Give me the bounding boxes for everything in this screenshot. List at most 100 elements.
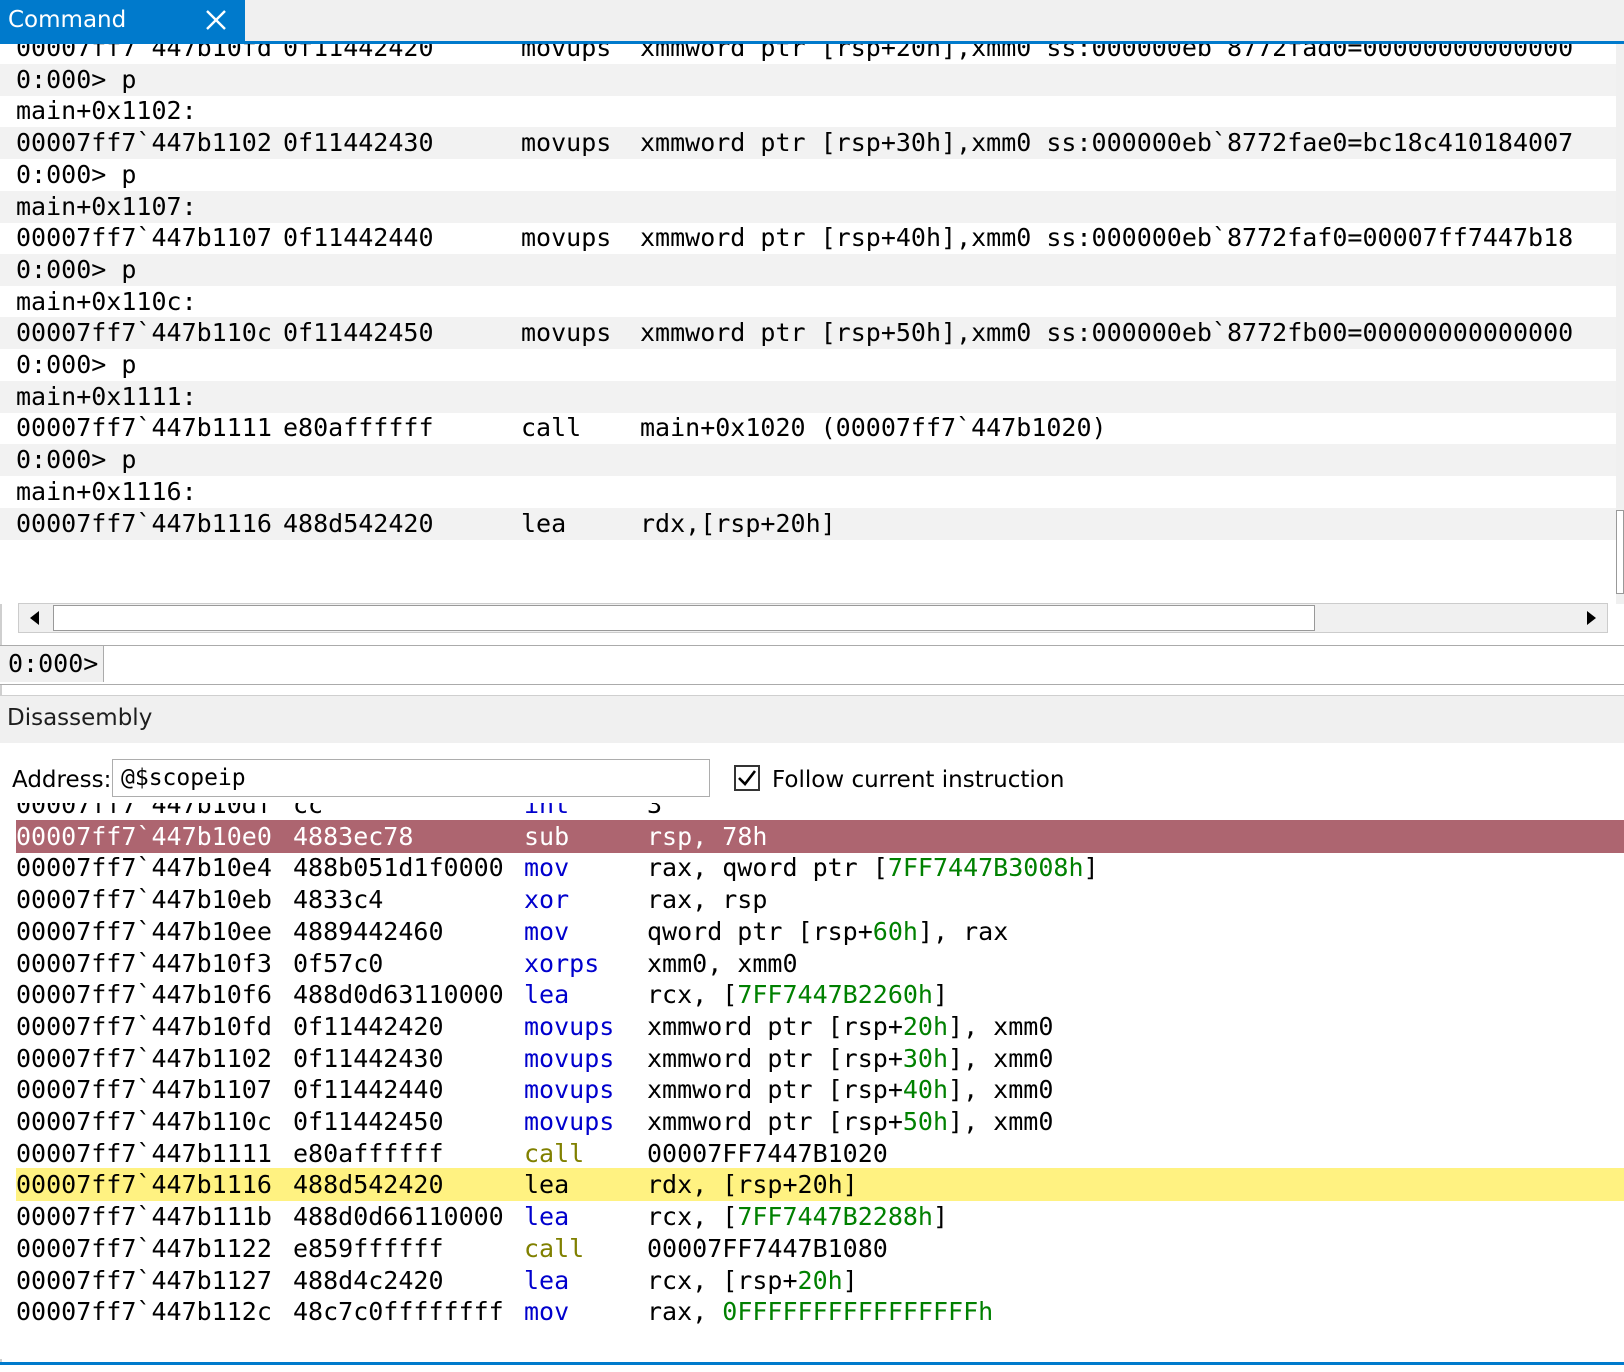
command-output[interactable]: 00007ff7`447b10fd 0f11442420 movups xmmword…: [0, 44, 1616, 604]
instruction-mnemonic: lea: [524, 1202, 570, 1232]
instruction-operands: xmmword ptr [rsp+40h],xmm0 ss:000000eb`8…: [640, 223, 1574, 253]
disassembly-row[interactable]: 00007ff7`447b10ee 4889442460 mov qword ptr …: [16, 915, 1624, 948]
operand-text: xmmword ptr [rsp+: [647, 1107, 903, 1136]
instruction-operands: rcx, [7FF7447B2260h]: [647, 978, 948, 1011]
disassembly-row[interactable]: 00007ff7`447b10eb 4833c4 xor rax, rsp: [16, 883, 1624, 916]
instruction-operands: main+0x1020 (00007ff7`447b1020): [640, 413, 1107, 443]
operand-text: ], rax: [917, 916, 1009, 946]
disassembly-row[interactable]: 00007ff7`447b10f3 0f57c0 xorps xmm0, xmm0: [16, 947, 1624, 980]
instruction-bytes: 4833c4: [293, 885, 384, 915]
instruction-bytes: 4889442460: [293, 916, 444, 946]
arrow-right-icon[interactable]: [1575, 604, 1607, 632]
instruction-operands: 00007FF7447B1080: [647, 1232, 888, 1265]
disassembly-row[interactable]: 00007ff7`447b10e4 488b051d1f0000 mov rax, q…: [16, 851, 1624, 884]
instruction-mnemonic: movups: [524, 1043, 615, 1073]
operand-text: rax, rsp: [647, 885, 768, 915]
horizontal-scrollbar-thumb[interactable]: [53, 605, 1315, 631]
instruction-address: 00007ff7`447b110c: [16, 318, 272, 348]
instruction-bytes: 0f11442440: [283, 223, 434, 253]
disassembly-row[interactable]: 00007ff7`447b10f6 488d0d63110000 lea rcx, […: [16, 978, 1624, 1011]
command-output-line: main+0x1107:: [0, 190, 1616, 223]
instruction-mnemonic: movups: [521, 44, 612, 62]
instruction-bytes: 0f11442420: [283, 44, 434, 62]
follow-instruction-checkbox[interactable]: [734, 765, 760, 791]
tab-bar: Command: [0, 0, 1624, 44]
disassembly-row[interactable]: 00007ff7`447b112c 48c7c0ffffffff mov rax, 0…: [16, 1295, 1624, 1328]
command-output-line: main+0x1116:: [16, 476, 197, 508]
address-label: Address:: [12, 767, 112, 793]
operand-number: 60h: [872, 916, 918, 946]
disassembly-row[interactable]: 00007ff7`447b1122 e859ffffff call 00007FF74…: [16, 1232, 1624, 1265]
instruction-mnemonic: lea: [524, 1170, 570, 1200]
command-output-text: 0:000> p: [16, 159, 137, 189]
instruction-bytes: 0f11442430: [293, 1043, 444, 1073]
command-output-text: main+0x1111:: [16, 381, 197, 411]
command-prompt-row: 0:000>: [0, 645, 1624, 685]
vertical-scrollbar-thumb[interactable]: [1616, 510, 1624, 594]
instruction-operands: 3: [647, 803, 662, 821]
disassembly-listing[interactable]: 00007ff7`447b10df cc int 3 00007ff7`447b10e0…: [0, 803, 1624, 1359]
operand-number: 20h: [797, 1265, 843, 1295]
instruction-operands: qword ptr [rsp+60h], rax: [647, 915, 1008, 948]
operand-text: rcx, [rsp+: [647, 1265, 798, 1295]
instruction-bytes: 488b051d1f0000: [293, 853, 504, 883]
instruction-bytes: 0f11442450: [293, 1107, 444, 1136]
current-instruction-row[interactable]: 00007ff7`447b10e0 4883ec78 sub rsp, 78h: [16, 819, 1624, 853]
command-output-line: 0:000> p: [0, 253, 1616, 286]
operand-number: 0FFFFFFFFFFFFFFFFh: [722, 1297, 994, 1327]
command-output-text: main+0x1107:: [16, 191, 197, 221]
instruction-mnemonic: call: [521, 413, 582, 443]
operand-text: ]: [932, 980, 949, 1010]
instruction-mnemonic: lea: [524, 1265, 570, 1295]
disassembly-row[interactable]: 00007ff7`447b110c 0f11442450 movups xmmword…: [16, 1105, 1624, 1138]
disassembly-row[interactable]: 00007ff7`447b1102 0f11442430 movups xmmword…: [16, 1042, 1624, 1075]
checkmark-icon: [738, 770, 757, 786]
disassembly-row[interactable]: 00007ff7`447b10df cc int 3: [16, 803, 1624, 821]
instruction-bytes: 48c7c0ffffffff: [293, 1297, 504, 1327]
instruction-mnemonic: call: [524, 1138, 585, 1168]
close-icon[interactable]: [203, 6, 229, 34]
instruction-operands: xmmword ptr [rsp+30h],xmm0 ss:000000eb`8…: [640, 128, 1574, 158]
instruction-address: 00007ff7`447b1111: [16, 413, 272, 443]
command-input[interactable]: [108, 648, 1612, 682]
instruction-bytes: 488d542420: [283, 508, 434, 538]
disassembly-title: Disassembly: [7, 705, 153, 731]
instruction-bytes: 0f11442430: [283, 128, 434, 158]
disassembly-row[interactable]: 00007ff7`447b1127 488d4c2420 lea rcx, [rsp+…: [16, 1264, 1624, 1297]
disassembly-row[interactable]: 00007ff7`447b1111 e80affffff call 00007FF74…: [16, 1137, 1624, 1170]
instruction-address: 00007ff7`447b10eb: [16, 885, 272, 915]
follow-instruction-label: Follow current instruction: [772, 767, 1065, 793]
instruction-address: 00007ff7`447b1107: [16, 1075, 272, 1105]
operand-text: xmmword ptr [rsp+: [647, 1011, 903, 1041]
command-output-line: main+0x1102:: [16, 95, 197, 127]
instruction-mnemonic: movups: [521, 223, 612, 253]
instruction-address: 00007ff7`447b1116: [16, 508, 272, 538]
operand-number: 7FF7447B2260h: [737, 980, 933, 1010]
horizontal-scrollbar[interactable]: [18, 603, 1608, 633]
command-output-line: 0:000> p: [16, 349, 136, 381]
address-input[interactable]: [112, 759, 710, 797]
disassembly-row[interactable]: 00007ff7`447b10fd 0f11442420 movups xmmword…: [16, 1010, 1624, 1043]
operand-text: 00007FF7447B1020: [647, 1138, 888, 1168]
instruction-bytes: 4883ec78: [293, 821, 414, 851]
operand-text: xmm0, xmm0: [647, 948, 798, 978]
instruction-bytes: e80affffff: [293, 1138, 444, 1168]
disassembly-row[interactable]: 00007ff7`447b1107 0f11442440 movups xmmword…: [16, 1073, 1624, 1106]
instruction-address: 00007ff7`447b10e4: [16, 853, 272, 883]
highlighted-instruction-row[interactable]: 00007ff7`447b1116 488d542420 lea rdx, [rsp+…: [16, 1168, 1624, 1202]
arrow-left-icon[interactable]: [19, 604, 51, 632]
instruction-mnemonic: movups: [521, 318, 612, 348]
instruction-bytes: e859ffffff: [293, 1233, 444, 1263]
instruction-mnemonic: movups: [524, 1075, 615, 1105]
instruction-operands: rax, rsp: [647, 883, 767, 916]
disassembly-row[interactable]: 00007ff7`447b111b 488d0d66110000 lea rcx, […: [16, 1200, 1624, 1233]
operand-number: 7FF7447B3008h: [887, 853, 1084, 883]
instruction-address: 00007ff7`447b10e0: [16, 821, 272, 851]
instruction-bytes: 0f11442450: [283, 318, 434, 348]
instruction-address: 00007ff7`447b10f3: [16, 948, 272, 978]
instruction-address: 00007ff7`447b10fd: [16, 44, 272, 62]
tab-command[interactable]: Command: [0, 0, 245, 44]
prompt-label: 0:000>: [0, 646, 104, 682]
instruction-operands: rsp, 78h: [647, 820, 767, 853]
instruction-mnemonic: mov: [524, 1297, 570, 1327]
